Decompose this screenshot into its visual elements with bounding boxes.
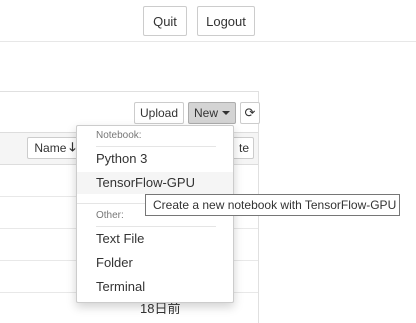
notebook-section-header: Notebook:	[96, 130, 142, 141]
tooltip: Create a new notebook with TensorFlow-GP…	[145, 194, 400, 216]
sort-by-name-button[interactable]: Name 🡓	[27, 137, 83, 159]
menu-separator	[96, 226, 216, 227]
menu-item-tensorflow-gpu[interactable]: TensorFlow-GPU	[77, 172, 233, 194]
menu-item-folder[interactable]: Folder	[77, 252, 233, 274]
name-sort-label: Name	[34, 141, 67, 155]
new-button-label: New	[193, 106, 218, 120]
quit-button[interactable]: Quit	[143, 6, 187, 36]
menu-item-python3[interactable]: Python 3	[77, 148, 233, 170]
menu-separator	[96, 146, 216, 147]
menu-item-terminal[interactable]: Terminal	[77, 276, 233, 298]
other-section-header: Other:	[96, 210, 124, 221]
menu-item-text-file[interactable]: Text File	[77, 228, 233, 250]
new-dropdown-button[interactable]: New	[188, 102, 236, 124]
arrow-down-icon: 🡓	[69, 139, 76, 154]
caret-down-icon	[222, 111, 230, 115]
refresh-icon: ⟳	[244, 105, 256, 120]
upload-button[interactable]: Upload	[134, 102, 184, 124]
refresh-button[interactable]: ⟳	[240, 102, 260, 124]
logout-button[interactable]: Logout	[197, 6, 255, 36]
